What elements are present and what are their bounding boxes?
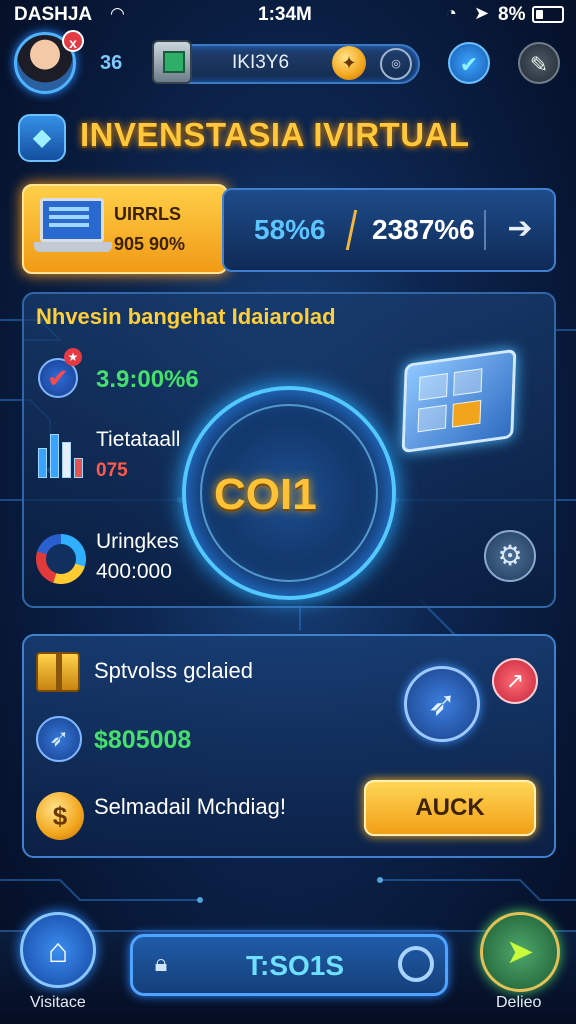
play-button[interactable]: ➤	[480, 912, 560, 992]
holo-device-icon	[401, 348, 517, 454]
dollar-coin-icon: $	[36, 792, 84, 840]
clock: 1:34M	[258, 4, 312, 25]
rocket-button[interactable]: ➶	[404, 666, 480, 742]
home-button[interactable]: ⌂	[20, 912, 96, 988]
divider	[484, 210, 486, 250]
supplies-label: Sptvolss gclaied	[94, 658, 253, 683]
laptop-icon	[34, 198, 112, 256]
status-bar: DASHJA ◠ 1:34M ◔ ➤ 8%	[0, 0, 576, 30]
chip-icon	[152, 40, 192, 84]
home-label: Visitace	[30, 994, 86, 1011]
wifi-icon: ◠	[110, 4, 125, 23]
rankings-label: Uringkes	[96, 530, 179, 553]
alarm-icon: ◔	[446, 3, 457, 23]
resource-value: IKI3Y6	[232, 52, 290, 73]
verified-check-button[interactable]: ✔	[448, 42, 490, 84]
gauge-icon	[36, 534, 86, 584]
laptop-card-value: 905 90%	[114, 234, 186, 254]
crate-icon	[36, 652, 80, 692]
player-level: 36	[100, 52, 123, 74]
investment-heading: Nhvesin bangehat Idaiarolad	[36, 304, 336, 329]
target-icon[interactable]	[398, 946, 434, 982]
avatar-close-badge[interactable]: x	[62, 30, 84, 52]
cash-value: $805008	[94, 726, 192, 754]
location-arrow-icon: ➤	[474, 3, 490, 23]
battery-percent: 8%	[498, 4, 526, 25]
percent-b: 2387%6	[372, 214, 475, 245]
star-badge-icon: ★	[64, 348, 82, 366]
lock-icon[interactable]: 🔒︎	[146, 950, 176, 980]
laptop-card-title: UIRRLS	[114, 204, 181, 224]
bar-chart-icon	[38, 430, 84, 478]
center-nav-label: T:SO1S	[246, 950, 345, 981]
compass-icon: ➶	[36, 716, 82, 762]
rankings-value: 400:000	[96, 560, 172, 583]
trend-badge-icon[interactable]: ↗	[492, 658, 538, 704]
arrow-right-button[interactable]: ➔	[500, 212, 540, 248]
total-value: 075	[96, 460, 128, 481]
game-logo-icon: ◆	[18, 114, 66, 162]
coin-icon[interactable]: ✦	[332, 46, 366, 80]
coin-label: COI1	[214, 470, 317, 519]
page-title: INVENSTASIA IVIRTUAL	[80, 116, 470, 153]
play-label: Delieo	[496, 994, 542, 1011]
battery-icon	[532, 6, 564, 23]
total-label: Tietataall	[96, 428, 181, 451]
carrier-label: DASHJA	[14, 4, 93, 25]
notes-button[interactable]: ✎	[518, 42, 560, 84]
percent-a: 58%6	[254, 214, 326, 245]
gear-icon[interactable]: ⚙	[484, 530, 536, 582]
growth-value: 3.9:00%6	[96, 366, 199, 393]
special-label: Selmadail Mchdiag!	[94, 794, 286, 819]
resource-add-icon[interactable]: ◎	[380, 48, 412, 80]
action-button[interactable]: AUCK	[364, 780, 536, 836]
